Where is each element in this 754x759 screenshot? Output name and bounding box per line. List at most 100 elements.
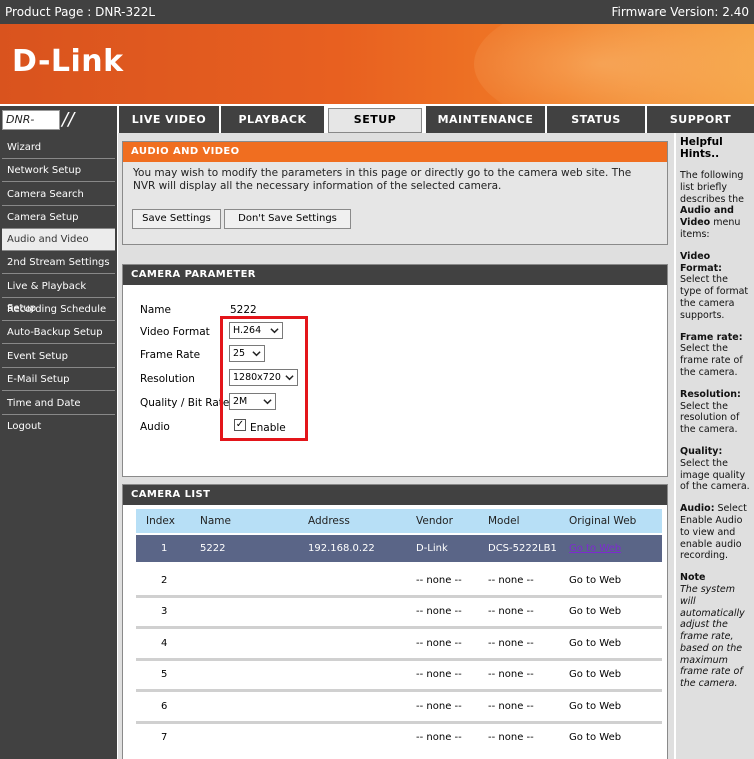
table-row[interactable]: 4 -- none -- -- none -- Go to Web <box>136 630 662 657</box>
sidebar-item-network-setup[interactable]: Network Setup <box>2 160 115 182</box>
name-value: 5222 <box>230 304 257 316</box>
vendor-cell: -- none -- <box>416 638 462 649</box>
index-cell: 3 <box>161 606 168 617</box>
tab-playback[interactable]: PLAYBACK <box>219 106 324 133</box>
model-cell: -- none -- <box>488 575 534 586</box>
save-settings-button[interactable]: Save Settings <box>132 209 221 229</box>
sidebar-item-event-setup[interactable]: Event Setup <box>2 346 115 368</box>
tab-maintenance[interactable]: MAINTENANCE <box>424 106 545 133</box>
tab-status[interactable]: STATUS <box>545 106 645 133</box>
dlink-logo: D-Link <box>12 44 124 79</box>
index-cell: 5 <box>161 669 168 680</box>
table-row[interactable]: 3 -- none -- -- none -- Go to Web <box>136 598 662 625</box>
table-row[interactable]: 7 -- none -- -- none -- Go to Web <box>136 724 662 751</box>
brand-banner: D-Link <box>0 24 754 104</box>
vendor-cell: -- none -- <box>416 606 462 617</box>
sidebar-item-camera-search[interactable]: Camera Search <box>2 184 115 206</box>
index-cell: 7 <box>161 732 168 743</box>
hint-frame-rate: Frame rate: Select the frame rate of the… <box>680 331 743 378</box>
table-row[interactable]: 1 5222 192.168.0.22 D-Link DCS-5222LB1 G… <box>136 535 662 562</box>
hint-resolution: Resolution: Select the resolution of the… <box>680 388 741 436</box>
sidebar-item-wizard[interactable]: Wizard <box>2 137 115 159</box>
index-cell: 2 <box>161 575 168 586</box>
vendor-cell: -- none -- <box>416 575 462 586</box>
hint-quality: Quality: Select the image quality of the… <box>680 445 750 493</box>
sidebar-item-time-and-date[interactable]: Time and Date <box>2 393 115 415</box>
model-cell: -- none -- <box>488 638 534 649</box>
model-label: DNR-322L <box>2 110 60 144</box>
go-to-web-link[interactable]: Go to Web <box>569 701 621 712</box>
sidebar-item-audio-and-video[interactable]: Audio and Video <box>2 229 115 251</box>
tab-setup-label: SETUP <box>328 108 422 133</box>
main-nav: DNR-322L // LIVE VIDEO PLAYBACK SETUP MA… <box>0 106 754 144</box>
camera-list-header: Index Name Address Vendor Model Original… <box>136 509 662 533</box>
audio-video-title: AUDIO AND VIDEO <box>123 142 667 162</box>
sidebar: Wizard Network Setup Camera Search Camer… <box>0 133 117 759</box>
go-to-web-link[interactable]: Go to Web <box>569 732 621 743</box>
hint-note: Note The system will automatically adjust… <box>680 572 745 690</box>
sidebar-item-recording-schedule[interactable]: Recording Schedule <box>2 299 115 321</box>
go-to-web-link[interactable]: Go to Web <box>569 638 621 649</box>
index-cell: 4 <box>161 638 168 649</box>
sidebar-item-live-playback-setup[interactable]: Live & Playback Setup <box>2 276 115 314</box>
banner-swoosh <box>474 24 754 104</box>
tab-setup[interactable]: SETUP <box>324 106 424 133</box>
audio-label: Audio <box>140 421 170 433</box>
camera-list-title: CAMERA LIST <box>123 485 667 505</box>
sidebar-item-2nd-stream-settings[interactable]: 2nd Stream Settings <box>2 252 115 274</box>
go-to-web-link[interactable]: Go to Web <box>569 575 621 586</box>
address-cell: 192.168.0.22 <box>308 543 375 554</box>
quality-bit-rate-label: Quality / Bit Rate <box>140 397 230 409</box>
go-to-web-link[interactable]: Go to Web <box>569 669 621 680</box>
index-cell: 6 <box>161 701 168 712</box>
model-cell: -- none -- <box>488 669 534 680</box>
hint-audio: Audio: Select Enable Audio to view and e… <box>680 503 747 562</box>
column-header: Model <box>488 515 520 527</box>
vendor-cell: -- none -- <box>416 732 462 743</box>
column-header: Address <box>308 515 350 527</box>
frame-rate-label: Frame Rate <box>140 349 201 361</box>
vendor-cell: -- none -- <box>416 669 462 680</box>
model-cell: -- none -- <box>488 606 534 617</box>
resolution-label: Resolution <box>140 373 195 385</box>
dont-save-settings-button[interactable]: Don't Save Settings <box>224 209 351 229</box>
go-to-web-link[interactable]: Go to Web <box>569 606 621 617</box>
hints-intro: The following list briefly describes the… <box>680 170 745 240</box>
column-header: Original Web <box>569 515 637 527</box>
model-box: DNR-322L // <box>0 106 117 144</box>
model-cell: -- none -- <box>488 701 534 712</box>
model-cell: -- none -- <box>488 732 534 743</box>
name-cell: 5222 <box>200 543 226 554</box>
tab-live-video[interactable]: LIVE VIDEO <box>117 106 219 133</box>
sidebar-item-auto-backup-setup[interactable]: Auto-Backup Setup <box>2 322 115 344</box>
vendor-cell: -- none -- <box>416 701 462 712</box>
go-to-web-link[interactable]: Go to Web <box>569 543 621 554</box>
firmware-version-label: Firmware Version: 2.40 <box>611 5 749 19</box>
name-label: Name <box>140 304 171 316</box>
model-slash-decoration: // <box>62 109 75 130</box>
tab-support[interactable]: SUPPORT <box>645 106 754 133</box>
column-header: Vendor <box>416 515 453 527</box>
model-cell: DCS-5222LB1 <box>488 543 557 554</box>
hint-video-format: Video Format: Select the type of format … <box>680 250 749 321</box>
sidebar-item-camera-setup[interactable]: Camera Setup <box>2 207 115 229</box>
table-row[interactable]: 6 -- none -- -- none -- Go to Web <box>136 693 662 720</box>
audio-video-section: AUDIO AND VIDEO You may wish to modify t… <box>122 141 668 245</box>
product-page-label: Product Page : DNR-322L <box>5 5 156 19</box>
sidebar-item-logout[interactable]: Logout <box>2 416 115 438</box>
index-cell: 1 <box>161 543 168 554</box>
table-row[interactable]: 2 -- none -- -- none -- Go to Web <box>136 567 662 594</box>
helpful-hints-panel: Helpful Hints.. The following list brief… <box>674 133 754 759</box>
vendor-cell: D-Link <box>416 543 448 554</box>
row-separator <box>136 626 662 629</box>
highlight-box <box>220 316 308 441</box>
audio-video-description: You may wish to modify the parameters in… <box>133 167 632 192</box>
video-format-label: Video Format <box>140 326 210 338</box>
sidebar-item-email-setup[interactable]: E-Mail Setup <box>2 369 115 391</box>
hints-title: Helpful Hints.. <box>680 136 723 160</box>
column-header: Index <box>146 515 175 527</box>
camera-parameter-section: CAMERA PARAMETER Name 5222 Video Format … <box>122 264 668 477</box>
camera-list-section: CAMERA LIST Index Name Address Vendor Mo… <box>122 484 668 759</box>
column-header: Name <box>200 515 231 527</box>
table-row[interactable]: 5 -- none -- -- none -- Go to Web <box>136 661 662 688</box>
